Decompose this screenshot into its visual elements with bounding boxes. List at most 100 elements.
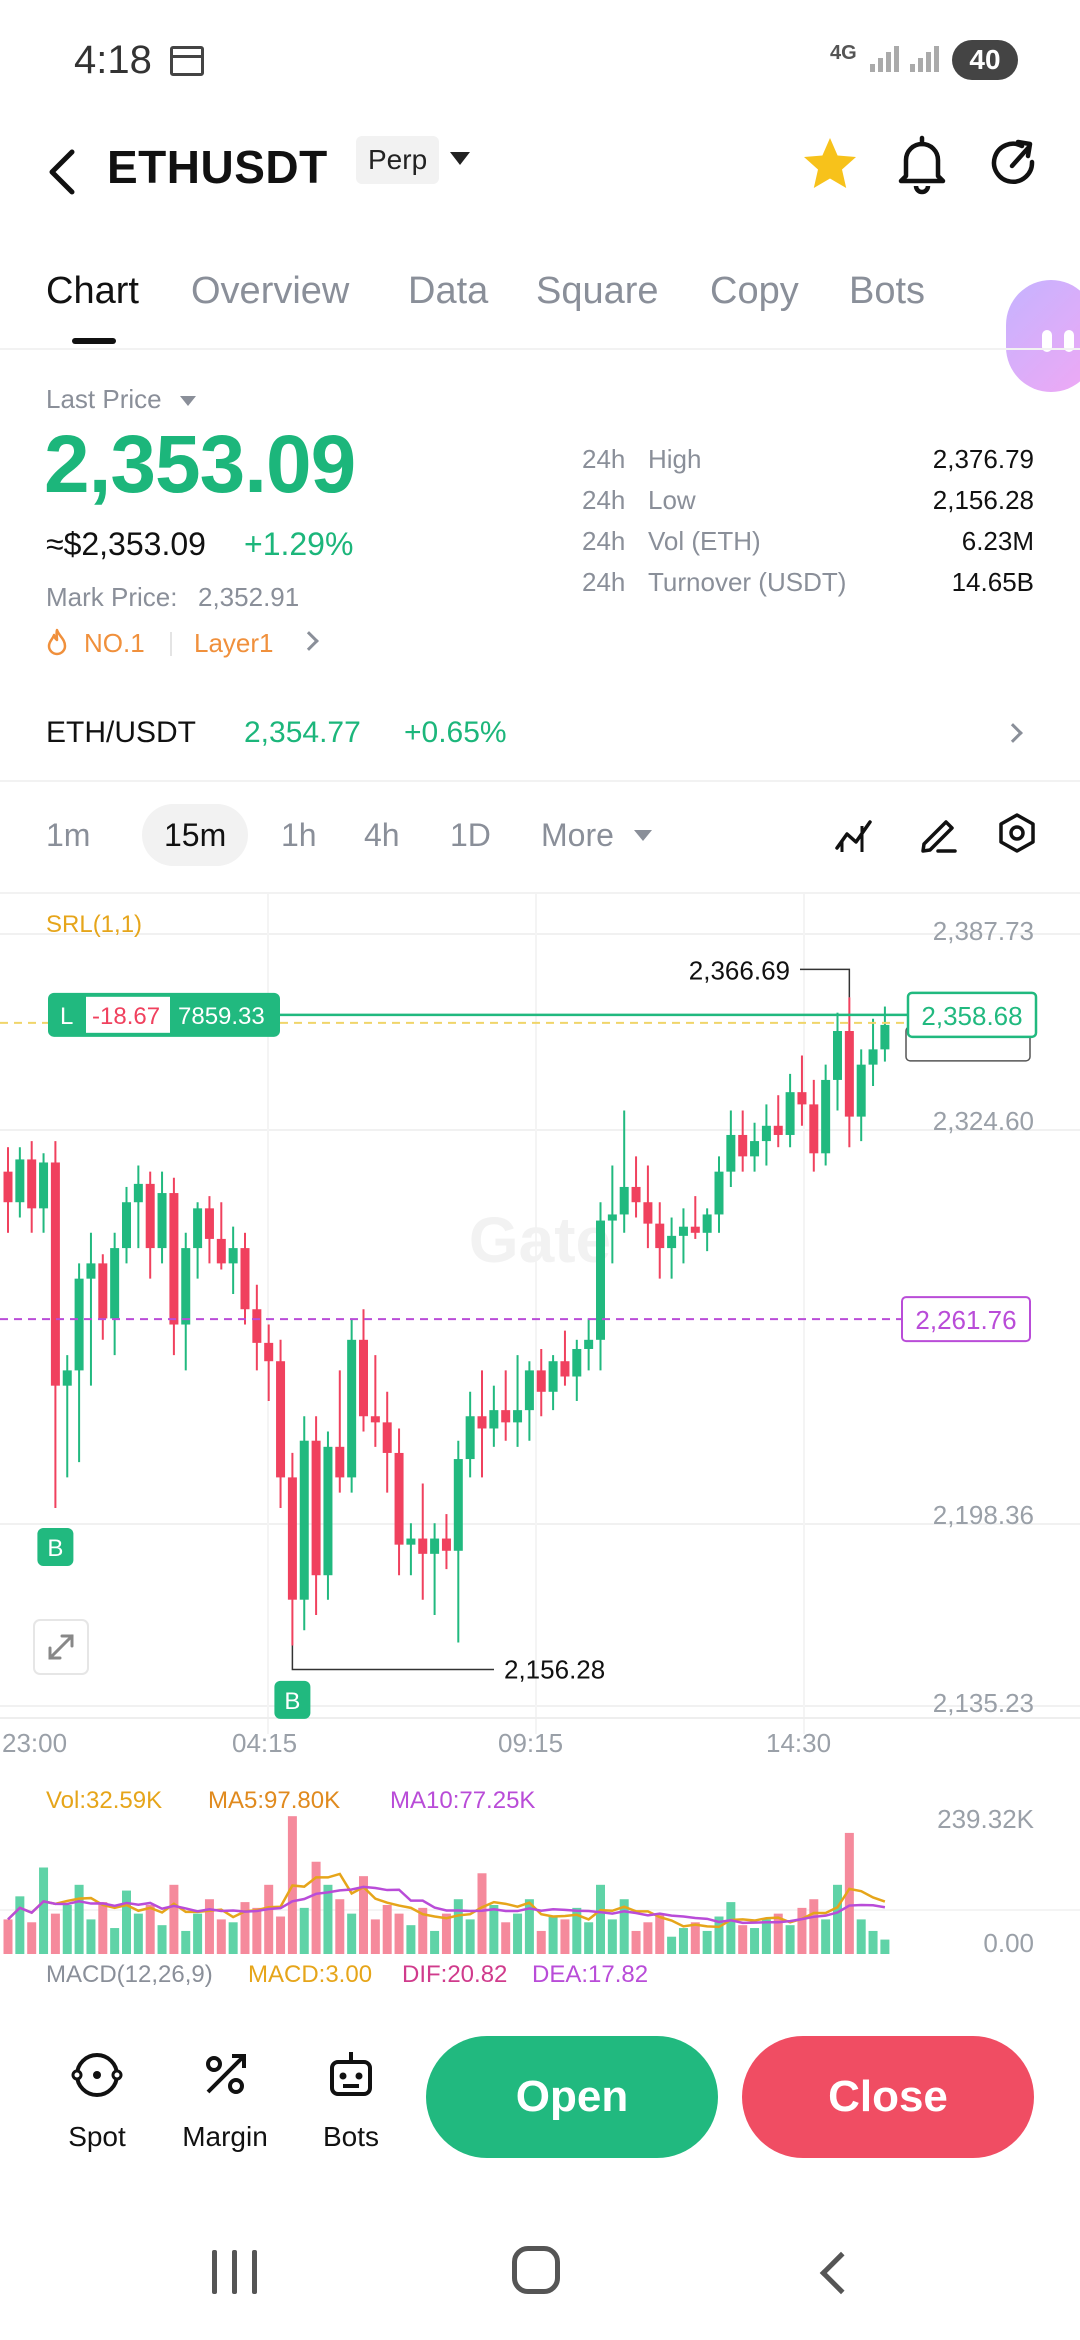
caret-down-icon[interactable] (450, 152, 470, 165)
candle-body (216, 1238, 226, 1264)
bots-label: Bots (322, 2121, 380, 2152)
indicator-icon[interactable] (834, 814, 874, 854)
tab-data[interactable]: Data (408, 270, 488, 313)
volume-bar (761, 1919, 771, 1954)
x-tick-label: 23:00 (2, 1728, 67, 1758)
spot-button[interactable]: Spot (42, 2048, 152, 2153)
buy-marker[interactable]: B (37, 1527, 74, 1566)
volume-bar (157, 1925, 167, 1954)
spot-change-pct: +0.65% (404, 716, 507, 749)
candles-group (3, 997, 890, 1646)
contract-type-badge[interactable]: Perp (356, 136, 440, 184)
volume-bar (98, 1902, 108, 1954)
caret-down-icon[interactable] (180, 396, 196, 406)
candle-body (809, 1104, 819, 1154)
back-arrow-icon[interactable] (40, 136, 90, 208)
caret-down-icon[interactable] (634, 830, 652, 841)
candle-body (86, 1263, 96, 1279)
volume-bar (39, 1867, 49, 1954)
buy-marker-text: B (284, 1688, 300, 1715)
chevron-right-icon[interactable] (1003, 723, 1023, 743)
candle-body (287, 1477, 297, 1600)
position-badge[interactable]: L -18.67 7859.33 (48, 992, 280, 1037)
candle-body (252, 1309, 262, 1343)
star-icon[interactable] (800, 134, 860, 194)
candle-body (359, 1339, 368, 1417)
volume-bar (276, 1916, 286, 1954)
interval-1h[interactable]: 1h (281, 804, 317, 866)
candle-body (773, 1125, 783, 1135)
vol-ma5-label: MA5:97.80K (208, 1787, 340, 1814)
back-icon[interactable] (819, 2251, 863, 2295)
close-position-button[interactable]: Close (742, 2036, 1034, 2158)
chevron-right-icon[interactable] (299, 631, 319, 651)
pair-header: ETHUSDT Perp (0, 120, 1080, 240)
signal-icon (870, 46, 899, 72)
stat-value: 14.65B (951, 567, 1034, 597)
candle-body (548, 1361, 558, 1392)
interval-more[interactable]: More (541, 804, 614, 866)
tab-chart[interactable]: Chart (46, 270, 139, 313)
candle-body (501, 1410, 511, 1423)
macd-value: MACD:3.00 (248, 1961, 372, 1988)
fire-icon (47, 628, 67, 656)
pair-title[interactable]: ETHUSDT (107, 140, 328, 194)
draw-pencil-icon[interactable] (918, 812, 958, 854)
vol-y-tick: 0.00 (983, 1928, 1034, 1958)
candle-body (169, 1193, 179, 1325)
candle-body (572, 1348, 582, 1377)
volume-bar (133, 1913, 143, 1954)
category-tag[interactable]: Layer1 (194, 628, 274, 659)
candle-body (370, 1416, 380, 1423)
mark-price-label: Mark Price: (46, 582, 178, 612)
interval-4h[interactable]: 4h (364, 804, 400, 866)
candle-body (430, 1538, 440, 1554)
candle-body (631, 1186, 641, 1203)
candle-body (596, 1220, 605, 1340)
candle-body (844, 1031, 854, 1117)
kline-chart-svg[interactable]: Gate L -18.67 7859.33 2,358.68 2,261.76 2,366… (0, 894, 1080, 1990)
price-change-pct: +1.29% (244, 526, 354, 562)
candle-body (122, 1202, 131, 1249)
candle-body (524, 1370, 534, 1411)
tab-copy[interactable]: Copy (710, 270, 799, 313)
volume-bar (394, 1913, 404, 1954)
candle-body (797, 1092, 807, 1105)
interval-1d[interactable]: 1D (450, 804, 491, 866)
buy-marker[interactable]: B (274, 1680, 311, 1719)
volume-bar (477, 1873, 487, 1954)
volume-bar (335, 1899, 345, 1954)
margin-button[interactable]: Margin (170, 2048, 280, 2153)
current-price-value: 2,358.68 (921, 1001, 1022, 1031)
spot-pair: ETH/USDT (46, 716, 196, 749)
share-refresh-icon[interactable] (984, 132, 1044, 196)
candle-body (39, 1162, 49, 1209)
settings-hex-icon[interactable] (996, 812, 1038, 854)
home-icon[interactable] (512, 2246, 560, 2294)
x-tick-label: 14:30 (766, 1728, 831, 1758)
candle-body (110, 1248, 120, 1319)
tab-square[interactable]: Square (536, 270, 659, 313)
tab-overview[interactable]: Overview (191, 270, 349, 313)
bots-button[interactable]: Bots (296, 2048, 406, 2153)
volume-bar (584, 1922, 594, 1954)
rank-tag[interactable]: NO.1 (84, 628, 145, 659)
candle-body (513, 1410, 523, 1423)
signal-icon-2 (910, 46, 939, 72)
recent-apps-icon[interactable] (212, 2250, 260, 2294)
kline-chart[interactable]: Gate L -18.67 7859.33 2,358.68 2,261.76 2,366… (0, 894, 1080, 1990)
current-price-tag: 2,358.68 (905, 991, 1038, 1062)
spot-pair-row[interactable]: ETH/USDT 2,354.77 +0.65% (0, 700, 1080, 770)
expand-chart-icon[interactable] (33, 1619, 89, 1675)
stat-value: 6.23M (961, 526, 1034, 556)
volume-bar (655, 1913, 665, 1954)
calendar-icon (170, 46, 204, 76)
candle-body (418, 1538, 428, 1554)
last-price-label[interactable]: Last Price (46, 384, 162, 415)
interval-1m[interactable]: 1m (46, 804, 90, 866)
open-position-button[interactable]: Open (426, 2036, 718, 2158)
interval-15m[interactable]: 15m (142, 804, 249, 866)
tab-bots[interactable]: Bots (849, 270, 925, 313)
interval-selector: 1m 15m 1h 4h 1D More (0, 796, 1080, 876)
bell-icon[interactable] (892, 132, 952, 196)
